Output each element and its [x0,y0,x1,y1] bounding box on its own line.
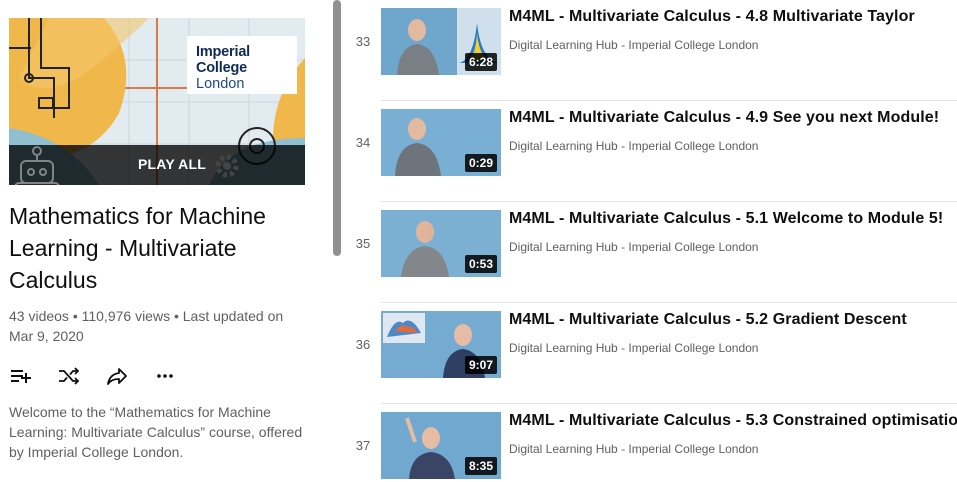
duration-badge: 0:53 [464,255,497,273]
play-all-button[interactable]: PLAY ALL [9,145,305,185]
add-to-queue-icon[interactable] [9,364,33,388]
list-item[interactable]: 34 0:29 M4ML - Multivariate Calculus - 4… [345,101,957,202]
playlist-title: Mathematics for Machine Learning - Multi… [9,203,266,293]
video-channel[interactable]: Digital Learning Hub - Imperial College … [509,341,758,355]
video-index: 37 [355,438,371,453]
video-thumbnail[interactable]: 0:53 [381,210,501,277]
shuffle-icon[interactable] [57,364,81,388]
list-item[interactable]: 33 6:28 M4ML - Multivariate Calculus - 4… [345,0,957,101]
video-index: 35 [355,236,371,251]
video-channel[interactable]: Digital Learning Hub - Imperial College … [509,240,758,254]
list-item[interactable]: 35 0:53 M4ML - Multivariate Calculus - 5… [345,202,957,303]
video-list: 33 6:28 M4ML - Multivariate Calculus - 4… [345,0,957,482]
video-title[interactable]: M4ML - Multivariate Calculus - 4.8 Multi… [509,8,915,26]
duration-badge: 6:28 [464,53,497,71]
imperial-logo: Imperial College London [187,36,297,94]
video-channel[interactable]: Digital Learning Hub - Imperial College … [509,442,758,456]
play-all-label: PLAY ALL [138,156,206,172]
video-index: 34 [355,135,371,150]
video-channel[interactable]: Digital Learning Hub - Imperial College … [509,139,758,153]
video-thumbnail[interactable]: 9:07 [381,311,501,378]
playlist-description: Welcome to the “Mathematics for Machine … [9,404,303,460]
video-title[interactable]: M4ML - Multivariate Calculus - 5.1 Welco… [509,210,943,228]
share-icon[interactable] [105,364,129,388]
video-index: 36 [355,337,371,352]
logo-line1: Imperial College [196,44,251,76]
video-thumbnail[interactable]: 6:28 [381,8,501,75]
duration-badge: 8:35 [464,457,497,475]
robot-icon [14,146,60,185]
list-item[interactable]: 37 8:35 M4ML - Multivariate Calculus - 5… [345,404,957,482]
gear-icon [215,154,239,178]
playlist-thumbnail[interactable]: Imperial College London PLAY ALL [9,18,305,185]
playlist-panel: Imperial College London PLAY ALL Mathema… [0,0,330,482]
duration-badge: 0:29 [464,154,497,172]
logo-line2: London [196,76,245,92]
video-thumbnail[interactable]: 0:29 [381,109,501,176]
playlist-stats: 43 videos • 110,976 views • Last updated… [9,308,284,344]
video-index: 33 [355,34,371,49]
more-icon[interactable] [153,364,177,388]
list-item[interactable]: 36 9:07 M4ML - Multivariate Calculus - 5… [345,303,957,404]
video-channel[interactable]: Digital Learning Hub - Imperial College … [509,38,758,52]
video-title[interactable]: M4ML - Multivariate Calculus - 5.2 Gradi… [509,311,907,329]
scrollbar[interactable] [333,0,341,256]
video-thumbnail[interactable]: 8:35 [381,412,501,479]
video-title[interactable]: M4ML - Multivariate Calculus - 5.3 Const… [509,412,957,430]
video-title[interactable]: M4ML - Multivariate Calculus - 4.9 See y… [509,109,939,127]
duration-badge: 9:07 [464,356,497,374]
